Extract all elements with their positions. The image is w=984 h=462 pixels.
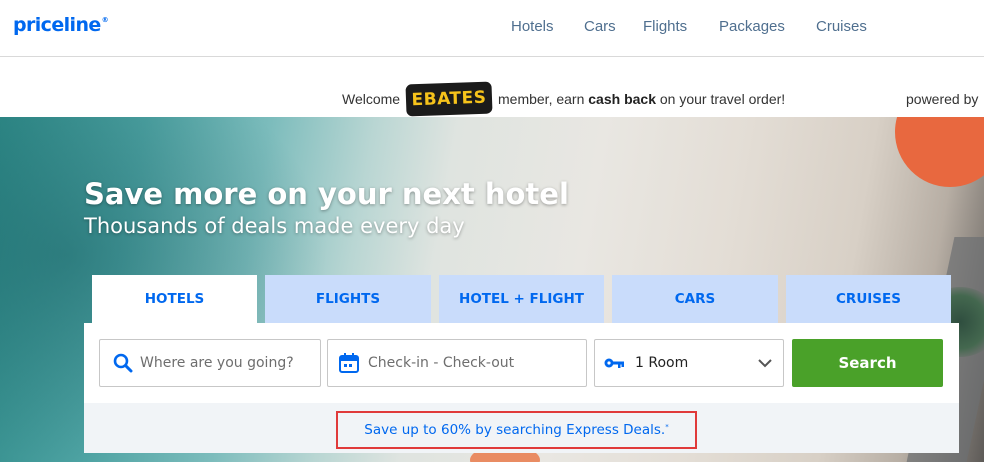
nav-link-cruises[interactable]: Cruises (816, 18, 867, 35)
destination-placeholder: Where are you going? (140, 355, 294, 371)
nav-link-packages[interactable]: Packages (719, 18, 785, 35)
welcome-text: Welcome (342, 91, 401, 107)
chevron-down-icon[interactable] (755, 353, 777, 375)
top-navigation: priceline® Hotels Cars Flights Packages … (0, 0, 984, 57)
search-icon (112, 352, 134, 374)
hero-subtitle: Thousands of deals made every day (84, 214, 465, 238)
priceline-logo[interactable]: priceline® (13, 14, 109, 36)
tab-flights[interactable]: FLIGHTS (265, 275, 431, 323)
key-icon (603, 352, 625, 374)
hero-umbrella (895, 117, 984, 187)
calendar-icon (338, 352, 360, 374)
hero-banner: Save more on your next hotel Thousands o… (0, 117, 984, 462)
date-range-field[interactable]: Check-in - Check-out (327, 339, 587, 387)
nav-link-hotels[interactable]: Hotels (511, 18, 554, 35)
nav-link-cars[interactable]: Cars (584, 18, 616, 35)
nav-link-flights[interactable]: Flights (643, 18, 687, 35)
tab-hotels[interactable]: HOTELS (92, 275, 257, 323)
hero-title: Save more on your next hotel (84, 177, 569, 211)
powered-by-text: powered by (906, 91, 979, 107)
tab-hotel-flight[interactable]: HOTEL + FLIGHT (439, 275, 604, 323)
rooms-value: 1 Room (635, 355, 689, 371)
express-deals-promo: Save up to 60% by searching Express Deal… (84, 403, 959, 453)
rooms-select[interactable]: 1 Room (594, 339, 784, 387)
ebates-welcome-banner: Welcome EBATES member, earn cash back on… (0, 58, 984, 117)
search-button[interactable]: Search (792, 339, 943, 387)
date-range-placeholder: Check-in - Check-out (368, 355, 515, 371)
destination-field[interactable]: Where are you going? (99, 339, 321, 387)
hotel-search-form: Where are you going? Check-in - Check-ou… (84, 323, 959, 403)
cash-back-message: member, earn cash back on your travel or… (498, 91, 786, 107)
tab-cars[interactable]: CARS (612, 275, 778, 323)
ebates-logo: EBATES (405, 81, 493, 117)
express-deals-link[interactable]: Save up to 60% by searching Express Deal… (338, 413, 695, 447)
promo-highlight-box: Save up to 60% by searching Express Deal… (336, 411, 697, 449)
tab-cruises[interactable]: CRUISES (786, 275, 951, 323)
